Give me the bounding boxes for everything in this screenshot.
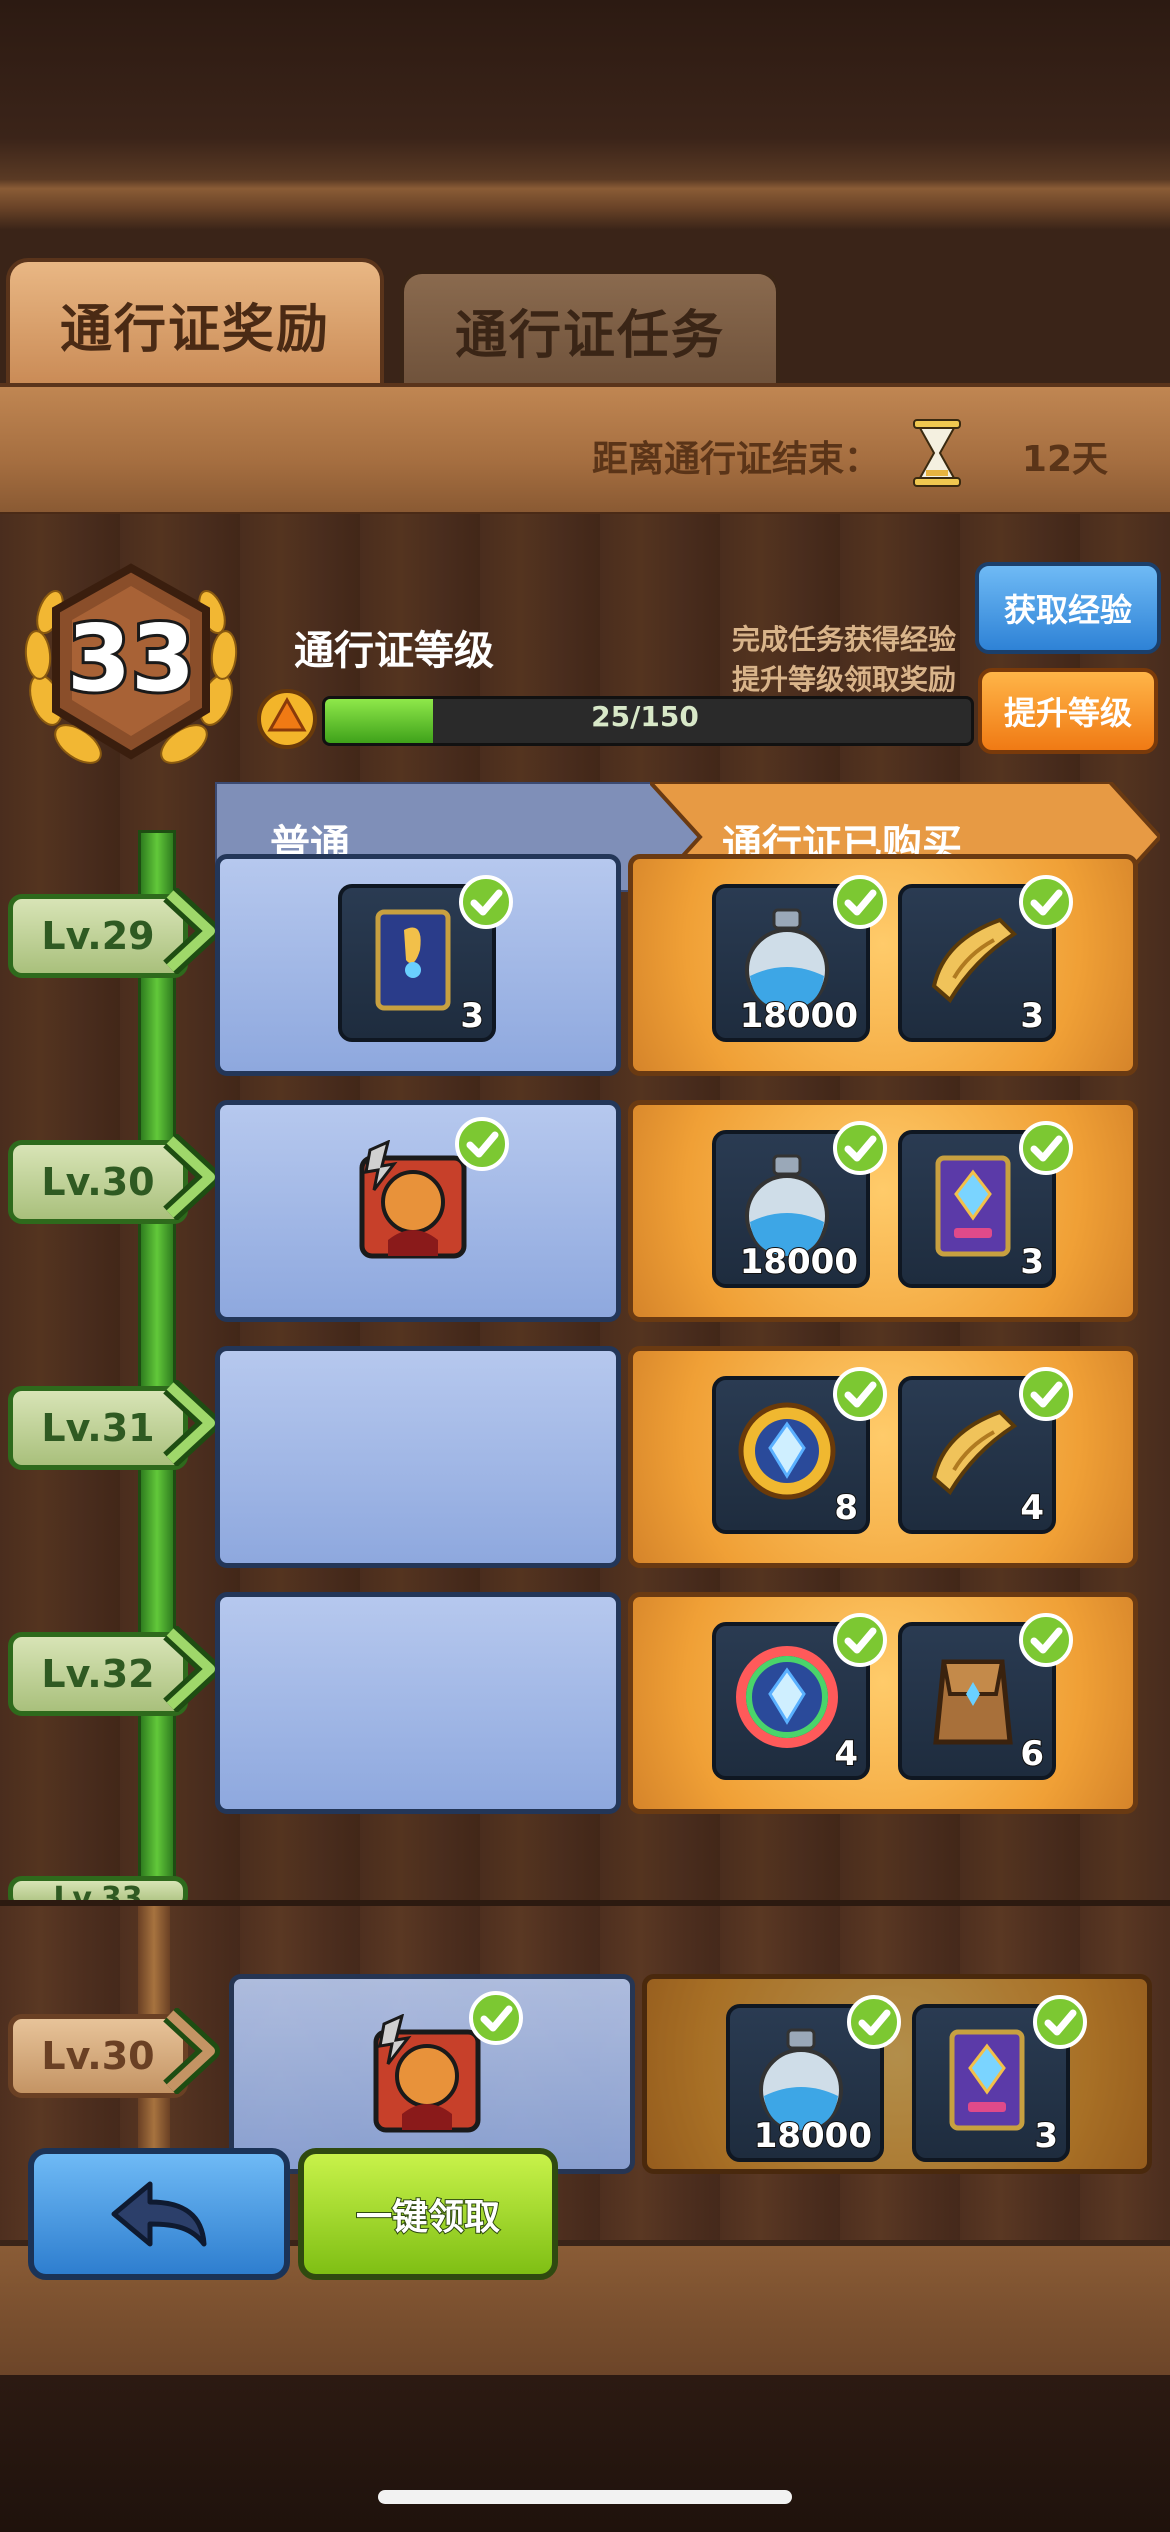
hint-complete-tasks: 完成任务获得经验 bbox=[732, 623, 957, 656]
pass-level-label: 通行证等级 bbox=[294, 628, 494, 674]
reward-quantity: 3 bbox=[1019, 995, 1045, 1037]
free-reward-card[interactable] bbox=[215, 1346, 621, 1568]
blue-card-icon bbox=[354, 900, 472, 1022]
claimed-check-icon bbox=[832, 1366, 888, 1422]
reward-slot[interactable]: 6 bbox=[898, 1613, 1073, 1780]
top-wood-frame bbox=[0, 0, 1170, 230]
claim-all-button[interactable]: 一键领取 bbox=[298, 2148, 558, 2280]
reward-quantity: 18000 bbox=[753, 2115, 873, 2157]
claimed-check-icon bbox=[1032, 1994, 1088, 2050]
claimed-check-icon bbox=[1018, 1120, 1074, 1176]
reward-quantity: 3 bbox=[1019, 1241, 1045, 1283]
xp-gem-icon bbox=[257, 689, 317, 749]
reward-slot[interactable] bbox=[352, 1991, 523, 2154]
reward-slot[interactable]: 18000 bbox=[712, 1121, 887, 1288]
pass-end-label: 距离通行证结束： bbox=[591, 439, 880, 480]
home-indicator[interactable] bbox=[378, 2490, 792, 2504]
claimed-check-icon bbox=[454, 1116, 510, 1172]
claimed-check-icon bbox=[832, 1120, 888, 1176]
claimed-check-icon bbox=[1018, 1612, 1074, 1668]
back-arrow-icon bbox=[111, 2181, 207, 2247]
pass-info-plank bbox=[0, 383, 1170, 518]
purple-card-icon bbox=[914, 1146, 1032, 1268]
gold-crystal-coin-icon bbox=[728, 1392, 846, 1514]
claimed-check-icon bbox=[1018, 874, 1074, 930]
reward-slot[interactable] bbox=[338, 1117, 509, 1280]
reward-slot[interactable]: 4 bbox=[712, 1613, 887, 1780]
level-arrow-icon bbox=[160, 2006, 220, 2096]
bottom-wood-frame bbox=[0, 2375, 1170, 2532]
tab-pass-rewards[interactable]: 通行证奖励 bbox=[6, 258, 384, 387]
days-remaining: 12天 bbox=[1021, 439, 1108, 480]
reward-quantity: 18000 bbox=[739, 995, 859, 1037]
gold-scroll-icon bbox=[914, 1392, 1032, 1514]
purple-card-icon bbox=[928, 2020, 1046, 2142]
claimed-check-icon bbox=[458, 874, 514, 930]
reward-slot[interactable]: 3 bbox=[338, 875, 513, 1042]
claimed-check-icon bbox=[846, 1994, 902, 2050]
get-exp-button[interactable]: 获取经验 bbox=[975, 562, 1161, 654]
xp-progress-text: 25/150 bbox=[591, 700, 699, 733]
hint-level-up-rewards: 提升等级领取奖励 bbox=[732, 663, 957, 696]
claimed-check-icon bbox=[1018, 1366, 1074, 1422]
reward-slot[interactable]: 18000 bbox=[712, 875, 887, 1042]
reward-slot[interactable]: 3 bbox=[912, 1995, 1087, 2162]
free-reward-card[interactable] bbox=[215, 1592, 621, 1814]
level-up-button[interactable]: 提升等级 bbox=[978, 668, 1158, 754]
reward-slot[interactable]: 3 bbox=[898, 1121, 1073, 1288]
tab-pass-tasks[interactable]: 通行证任务 bbox=[400, 270, 780, 387]
reward-quantity: 18000 bbox=[739, 1241, 859, 1283]
reward-quantity: 4 bbox=[833, 1733, 859, 1775]
leather-bag-icon bbox=[914, 1638, 1032, 1760]
reward-quantity: 8 bbox=[833, 1487, 859, 1529]
reward-slot[interactable]: 4 bbox=[898, 1367, 1073, 1534]
reward-quantity: 3 bbox=[459, 995, 485, 1037]
reward-slot[interactable]: 8 bbox=[712, 1367, 887, 1534]
claimed-check-icon bbox=[832, 874, 888, 930]
gold-scroll-icon bbox=[914, 900, 1032, 1022]
rainbow-crystal-coin-icon bbox=[728, 1638, 846, 1760]
level-arrow-icon bbox=[160, 1378, 220, 1468]
level-track bbox=[138, 830, 176, 1914]
reward-quantity: 4 bbox=[1019, 1487, 1045, 1529]
back-button[interactable] bbox=[28, 2148, 290, 2280]
claimed-check-icon bbox=[468, 1990, 524, 2046]
reward-quantity: 3 bbox=[1033, 2115, 1059, 2157]
reward-quantity: 6 bbox=[1019, 1733, 1045, 1775]
level-arrow-icon bbox=[160, 886, 220, 976]
reward-slot[interactable]: 3 bbox=[898, 875, 1073, 1042]
pass-level-number: 33 bbox=[64, 602, 198, 715]
reward-slot[interactable]: 18000 bbox=[726, 1995, 901, 2162]
level-arrow-icon bbox=[160, 1132, 220, 1222]
claimed-check-icon bbox=[832, 1612, 888, 1668]
hourglass-icon bbox=[913, 419, 961, 487]
level-arrow-icon bbox=[160, 1624, 220, 1714]
